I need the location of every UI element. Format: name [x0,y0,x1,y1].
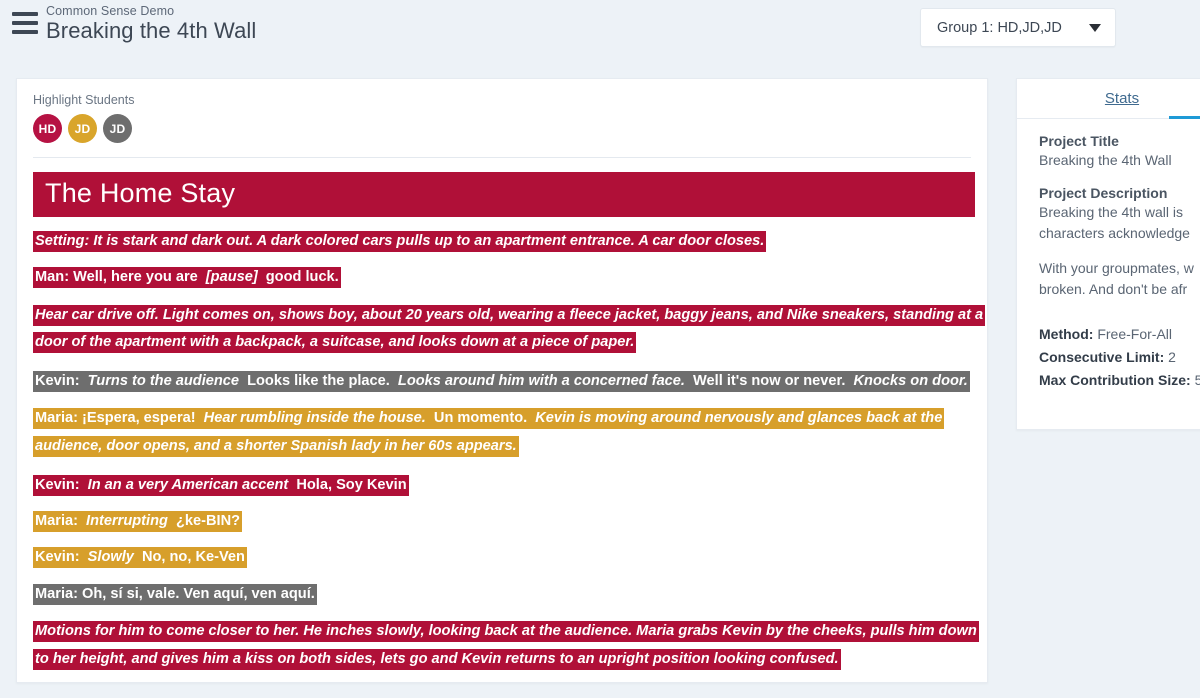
stats-panel: Stats Project Title Breaking the 4th Wal… [1016,78,1200,430]
consecutive-limit-line: Consecutive Limit: 2 [1039,346,1200,369]
group-select[interactable]: Group 1: HD,JD,JD [920,8,1116,47]
script-line[interactable]: Kevin: Turns to the audience Looks like … [33,369,987,393]
active-tab-indicator [1169,116,1200,119]
script-line-segment: Knocks on door. [851,371,970,393]
script-line[interactable]: Maria: ¡Espera, espera! Hear rumbling in… [33,405,985,460]
hamburger-bar [12,12,38,16]
script-line-segment: [pause] [203,267,260,289]
max-contribution-label: Max Contribution Size: [1039,371,1191,388]
highlight-students-label: Highlight Students [33,93,135,107]
script-line-segment: Hear car drive off. Light comes on, show… [33,304,986,354]
hamburger-icon[interactable] [12,12,38,34]
project-title-label: Project Title [1039,133,1119,149]
description-line: broken. And don't be afr [1039,281,1188,298]
script-line-segment: Looks like the place. [245,371,396,393]
script-line-segment: Maria: [33,511,85,533]
hamburger-bar [12,30,38,34]
description-line: Breaking the 4th wall is [1039,204,1183,221]
group-select-value: Group 1: HD,JD,JD [937,19,1062,36]
script-line-segment: No, no, Ke-Ven [139,547,247,569]
app-root: Common Sense Demo Breaking the 4th Wall … [0,0,1200,698]
project-title-value: Breaking the 4th Wall [1039,152,1172,168]
script-line-segment: Well it's now or never. [691,371,852,393]
script-line-segment: Maria: ¡Espera, espera! [33,408,202,430]
script-line[interactable]: Kevin: Slowly No, no, Ke-Ven [33,545,987,569]
script-line[interactable]: Motions for him to come closer to her. H… [33,618,985,673]
script-line-segment: Kevin: [33,547,86,569]
tab-stats[interactable]: Stats [1105,90,1139,107]
project-description-block: Project Description Breaking the 4th wal… [1039,185,1200,300]
avatar[interactable]: HD [33,114,62,143]
script-line[interactable]: Maria: Oh, sí si, vale. Ven aquí, ven aq… [33,582,987,606]
consecutive-limit-value: 2 [1168,348,1176,365]
stats-body: Project Title Breaking the 4th Wall Proj… [1017,119,1200,391]
script-line-segment: Kevin: [33,474,86,496]
script-line-segment: Hear rumbling inside the house. [201,408,432,430]
avatar[interactable]: JD [103,114,132,143]
script-title: The Home Stay [45,178,236,208]
avatar[interactable]: JD [68,114,97,143]
page-title: Breaking the 4th Wall [46,18,257,44]
description-line: characters acknowledge [1039,225,1190,242]
script-line-segment: Interrupting [84,511,174,533]
script-line-segment: ¿ke-BIN? [173,511,243,533]
script-line[interactable]: Man: Well, here you are [pause] good luc… [33,265,987,289]
chevron-down-icon [1089,23,1101,32]
script-line-segment: Setting: It is stark and dark out. A dar… [33,231,767,252]
script-line-segment: Man: Well, here you are [33,267,204,289]
script-line[interactable]: Setting: It is stark and dark out. A dar… [33,229,987,253]
method-label: Method: [1039,326,1094,343]
description-line: With your groupmates, w [1039,260,1194,277]
highlight-students-section: Highlight Students HD JD JD [17,79,987,158]
project-description-label: Project Description [1039,185,1168,202]
script-line[interactable]: Kevin: In an a very American accent Hola… [33,473,987,497]
script-line-segment: Looks around him with a concerned face. [395,371,692,393]
script-line-segment: Kevin: [33,371,86,393]
breadcrumb: Common Sense Demo [46,4,175,18]
script-body: The Home Stay Setting: It is stark and d… [17,158,987,682]
script-line-segment: In an a very American accent [85,474,295,496]
max-contribution-value: 5 [1195,372,1200,388]
script-line[interactable]: Hear car drive off. Light comes on, show… [33,302,986,357]
script-line-segment: Un momento. [431,408,534,430]
script-line-segment: Turns to the audience [85,371,246,393]
script-lines: Setting: It is stark and dark out. A dar… [33,229,987,682]
script-line-segment: Slowly [85,547,140,569]
highlight-students-avatars: HD JD JD [33,114,971,143]
script-title-banner: The Home Stay [33,172,975,217]
script-document-card: Highlight Students HD JD JD The Home Stay … [16,78,988,683]
script-line-segment: Hola, Soy Kevin [294,474,409,496]
script-line[interactable]: Maria: Interrupting ¿ke-BIN? [33,509,987,533]
script-line-segment: good luck. [259,267,341,289]
script-line-segment: Motions for him to come closer to her. H… [33,621,979,670]
max-contribution-line: Max Contribution Size: 5 [1039,369,1200,392]
method-value: Free-For-All [1097,326,1172,343]
consecutive-limit-label: Consecutive Limit: [1039,348,1165,365]
stats-tabbar: Stats [1017,79,1200,119]
hamburger-bar [12,21,38,25]
project-title-block: Project Title Breaking the 4th Wall [1039,133,1200,170]
method-line: Method: Free-For-All [1039,323,1200,346]
script-line-segment: Maria: Oh, sí si, vale. Ven aquí, ven aq… [33,583,317,605]
header-title-group: Common Sense Demo Breaking the 4th Wall [46,4,257,44]
app-header: Common Sense Demo Breaking the 4th Wall … [0,0,1200,62]
